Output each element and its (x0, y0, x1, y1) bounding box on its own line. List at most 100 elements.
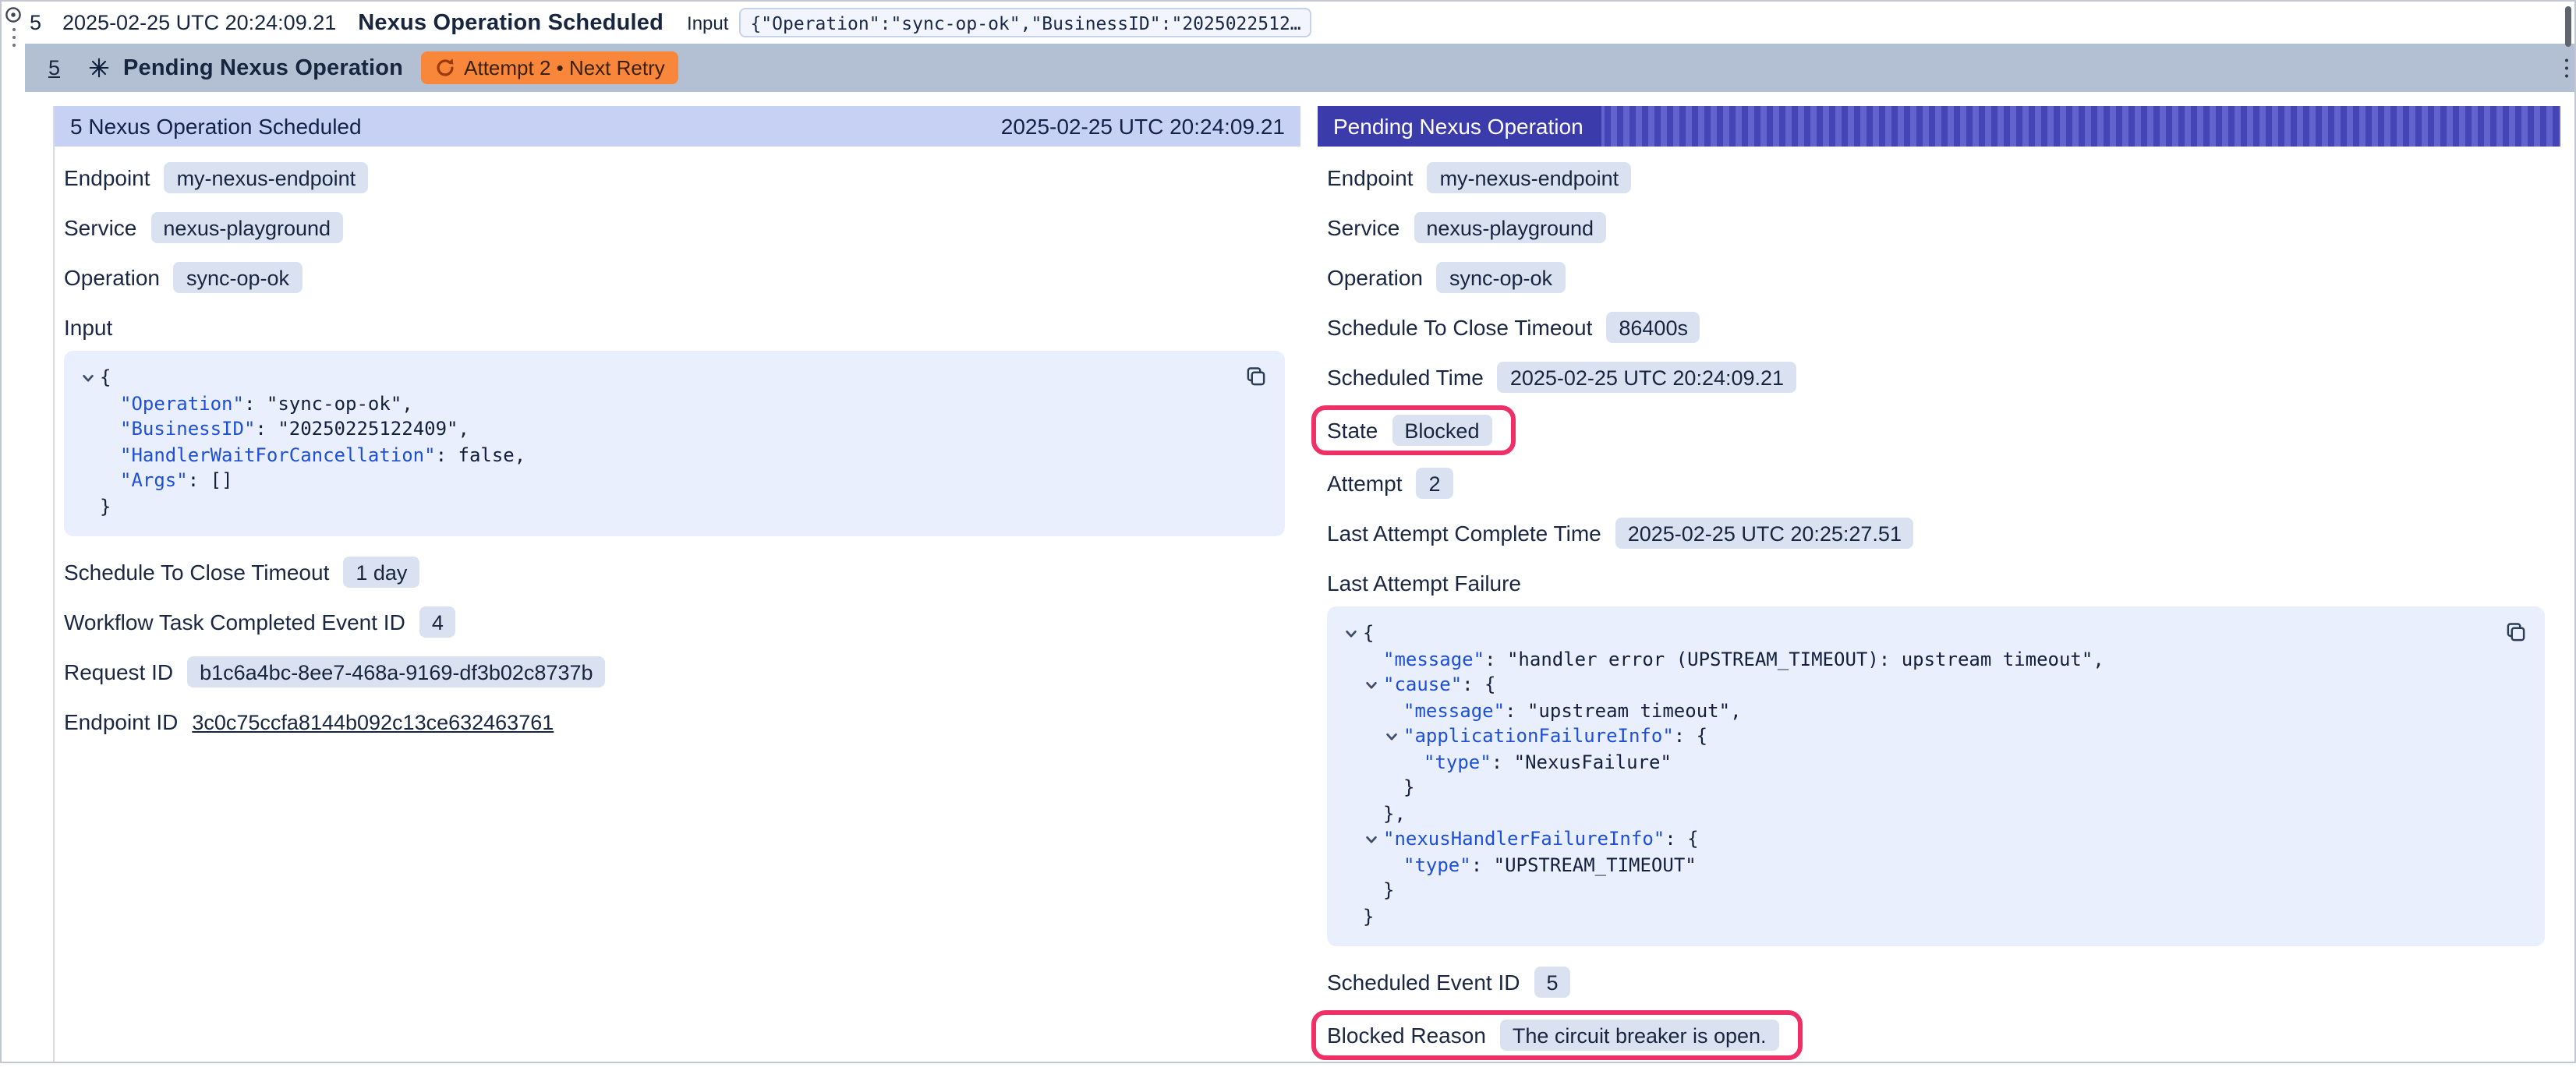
temporal-event-history-window: 5 2025-02-25 UTC 20:24:09.21 Nexus Opera… (0, 0, 2576, 1063)
field-endpoint: Endpointmy-nexus-endpoint (1327, 161, 2548, 195)
event-title: Pending Nexus Operation (123, 55, 403, 80)
field-value: Blocked (1392, 415, 1491, 446)
panel-title: 5 Nexus Operation Scheduled (70, 114, 362, 139)
field-label: Service (1327, 215, 1399, 240)
input-label: Input (687, 12, 728, 34)
overflow-dots-icon (2564, 58, 2568, 78)
code-viewer-last-attempt-failure: { "message": "handler error (UPSTREAM_TIM… (1327, 606, 2545, 946)
code-line: }, (1339, 801, 2482, 826)
code-line: "Operation": "sync-op-ok", (76, 391, 1223, 416)
field-schedule-to-close-timeout: Schedule To Close Timeout1 day (64, 555, 1288, 589)
code-text: "nexusHandlerFailureInfo": { (1383, 826, 1699, 852)
code-text: "applicationFailureInfo": { (1403, 723, 1707, 749)
code-line: "cause": { (1339, 672, 2482, 698)
chevron-down-icon[interactable] (1339, 627, 1363, 641)
field-schedule-to-close-timeout: Schedule To Close Timeout86400s (1327, 310, 2548, 345)
field-blocked-reason: Blocked ReasonThe circuit breaker is ope… (1327, 1018, 1779, 1052)
panel-header-scheduled: 5 Nexus Operation Scheduled 2025-02-25 U… (55, 106, 1300, 147)
event-id: 5 (30, 11, 48, 34)
field-label: Scheduled Time (1327, 365, 1484, 390)
chevron-down-icon[interactable] (1380, 730, 1403, 744)
scrollbar-thumb[interactable] (2565, 6, 2571, 47)
code-text: "type": "NexusFailure" (1424, 749, 1672, 775)
code-text: "message": "upstream timeout", (1403, 698, 1742, 723)
event-history-main: 5 2025-02-25 UTC 20:24:09.21 Nexus Opera… (25, 2, 2574, 1062)
field-attempt: Attempt2 (1327, 466, 2548, 500)
field-workflow-task-completed-event-id: Workflow Task Completed Event ID 4 (64, 605, 1288, 639)
input-preview-chip: {"Operation":"sync-op-ok","BusinessID":"… (739, 8, 1311, 37)
panel-body-pending: Endpointmy-nexus-endpoint Service nexus-pl… (1318, 147, 2560, 1062)
section-label-last-attempt-failure: Last Attempt Failure (1327, 566, 2548, 600)
chevron-down-icon[interactable] (76, 371, 100, 385)
code-text: "BusinessID": "20250225122409", (120, 416, 469, 442)
section-label-input: Input (64, 310, 1288, 345)
code-text: "Operation": "sync-op-ok", (120, 391, 413, 416)
field-label: Attempt (1327, 471, 1403, 496)
field-value: nexus-playground (150, 212, 343, 243)
code-line: "HandlerWaitForCancellation": false, (76, 442, 1223, 468)
highlight-annotation: Blocked ReasonThe circuit breaker is ope… (1311, 1010, 1803, 1060)
code-text: "type": "UPSTREAM_TIMEOUT" (1403, 852, 1697, 878)
field-label: Scheduled Event ID (1327, 970, 1520, 995)
code-line: "type": "UPSTREAM_TIMEOUT" (1339, 852, 2482, 878)
code-line: } (1339, 775, 2482, 801)
code-line: "message": "upstream timeout", (1339, 698, 2482, 723)
code-text: "cause": { (1383, 672, 1496, 698)
field-value: nexus-playground (1414, 212, 1606, 243)
field-label: Last Attempt Complete Time (1327, 521, 1601, 546)
panel-body-scheduled: Endpoint my-nexus-endpoint Service nexus-pl… (55, 147, 1300, 1062)
code-line: "type": "NexusFailure" (1339, 749, 2482, 775)
field-service: Service nexus-playground (1327, 210, 2548, 245)
code-line: "message": "handler error (UPSTREAM_TIME… (1339, 646, 2482, 672)
code-line: "Args": [] (76, 468, 1223, 493)
field-value: sync-op-ok (174, 262, 302, 293)
code-text: "Args": [] (120, 468, 233, 493)
retry-icon (434, 58, 455, 78)
copy-icon[interactable] (2501, 617, 2531, 647)
highlight-annotation: State Blocked (1311, 405, 1515, 455)
field-request-id: Request IDb1c6a4bc-8ee7-468a-9169-df3b02… (64, 655, 1288, 689)
code-line: { (76, 365, 1223, 391)
field-scheduled-time: Scheduled Time 2025-02-25 UTC 20:24:09.21 (1327, 360, 2548, 394)
event-detail-panels: 5 Nexus Operation Scheduled 2025-02-25 U… (25, 92, 2574, 1062)
field-value: 4 (419, 606, 456, 638)
field-value: 1 day (343, 557, 419, 588)
chevron-down-icon[interactable] (1360, 832, 1383, 847)
panel-pending-nexus-operation: Pending Nexus Operation Endpointmy-nexus… (1318, 106, 2560, 1062)
panel-header-pending: Pending Nexus Operation (1318, 106, 2560, 147)
code-text: "message": "handler error (UPSTREAM_TIME… (1383, 646, 2104, 672)
timeline-rail (2, 2, 25, 1062)
code-line: } (1339, 878, 2482, 903)
field-operation: Operationsync-op-ok (64, 260, 1288, 295)
event-row-nexus-operation-scheduled[interactable]: 5 2025-02-25 UTC 20:24:09.21 Nexus Opera… (25, 2, 2574, 44)
copy-icon[interactable] (1241, 362, 1271, 391)
event-row-pending-nexus-operation[interactable]: 5 Pending Nexus Operation Attempt 2 • Ne… (25, 44, 2574, 92)
field-last-attempt-complete-time: Last Attempt Complete Time 2025-02-25 UTC… (1327, 516, 2548, 550)
field-value: The circuit breaker is open. (1500, 1020, 1779, 1051)
chevron-down-icon[interactable] (1360, 678, 1383, 692)
field-value: 5 (1534, 967, 1571, 998)
field-value: my-nexus-endpoint (165, 162, 369, 193)
code-text: } (1403, 775, 1414, 801)
code-text: "HandlerWaitForCancellation": false, (120, 442, 525, 468)
field-value[interactable]: 3c0c75ccfa8144b092c13ce632463761 (192, 710, 554, 733)
field-value: my-nexus-endpoint (1428, 162, 1632, 193)
event-id-link[interactable]: 5 (48, 56, 67, 80)
field-label: State (1327, 418, 1378, 443)
code-viewer-input: {"Operation": "sync-op-ok","BusinessID":… (64, 351, 1285, 536)
field-label: Service (64, 215, 136, 240)
field-label: Endpoint ID (64, 709, 178, 734)
code-text: { (1363, 620, 1374, 646)
field-endpoint-id: Endpoint ID 3c0c75ccfa8144b092c13ce632463… (64, 705, 1288, 739)
field-value: 2025-02-25 UTC 20:24:09.21 (1498, 362, 1796, 393)
attempt-badge-label: Attempt 2 • Next Retry (464, 56, 665, 80)
field-label: Workflow Task Completed Event ID (64, 610, 405, 634)
code-line: "BusinessID": "20250225122409", (76, 416, 1223, 442)
field-label: Endpoint (64, 165, 150, 190)
code-line: { (1339, 620, 2482, 646)
code-line: "nexusHandlerFailureInfo": { (1339, 826, 2482, 852)
field-value: 2025-02-25 UTC 20:25:27.51 (1615, 518, 1914, 549)
code-text: } (1383, 878, 1394, 903)
field-label: Schedule To Close Timeout (1327, 315, 1592, 340)
panel-timestamp: 2025-02-25 UTC 20:24:09.21 (1001, 114, 1285, 139)
